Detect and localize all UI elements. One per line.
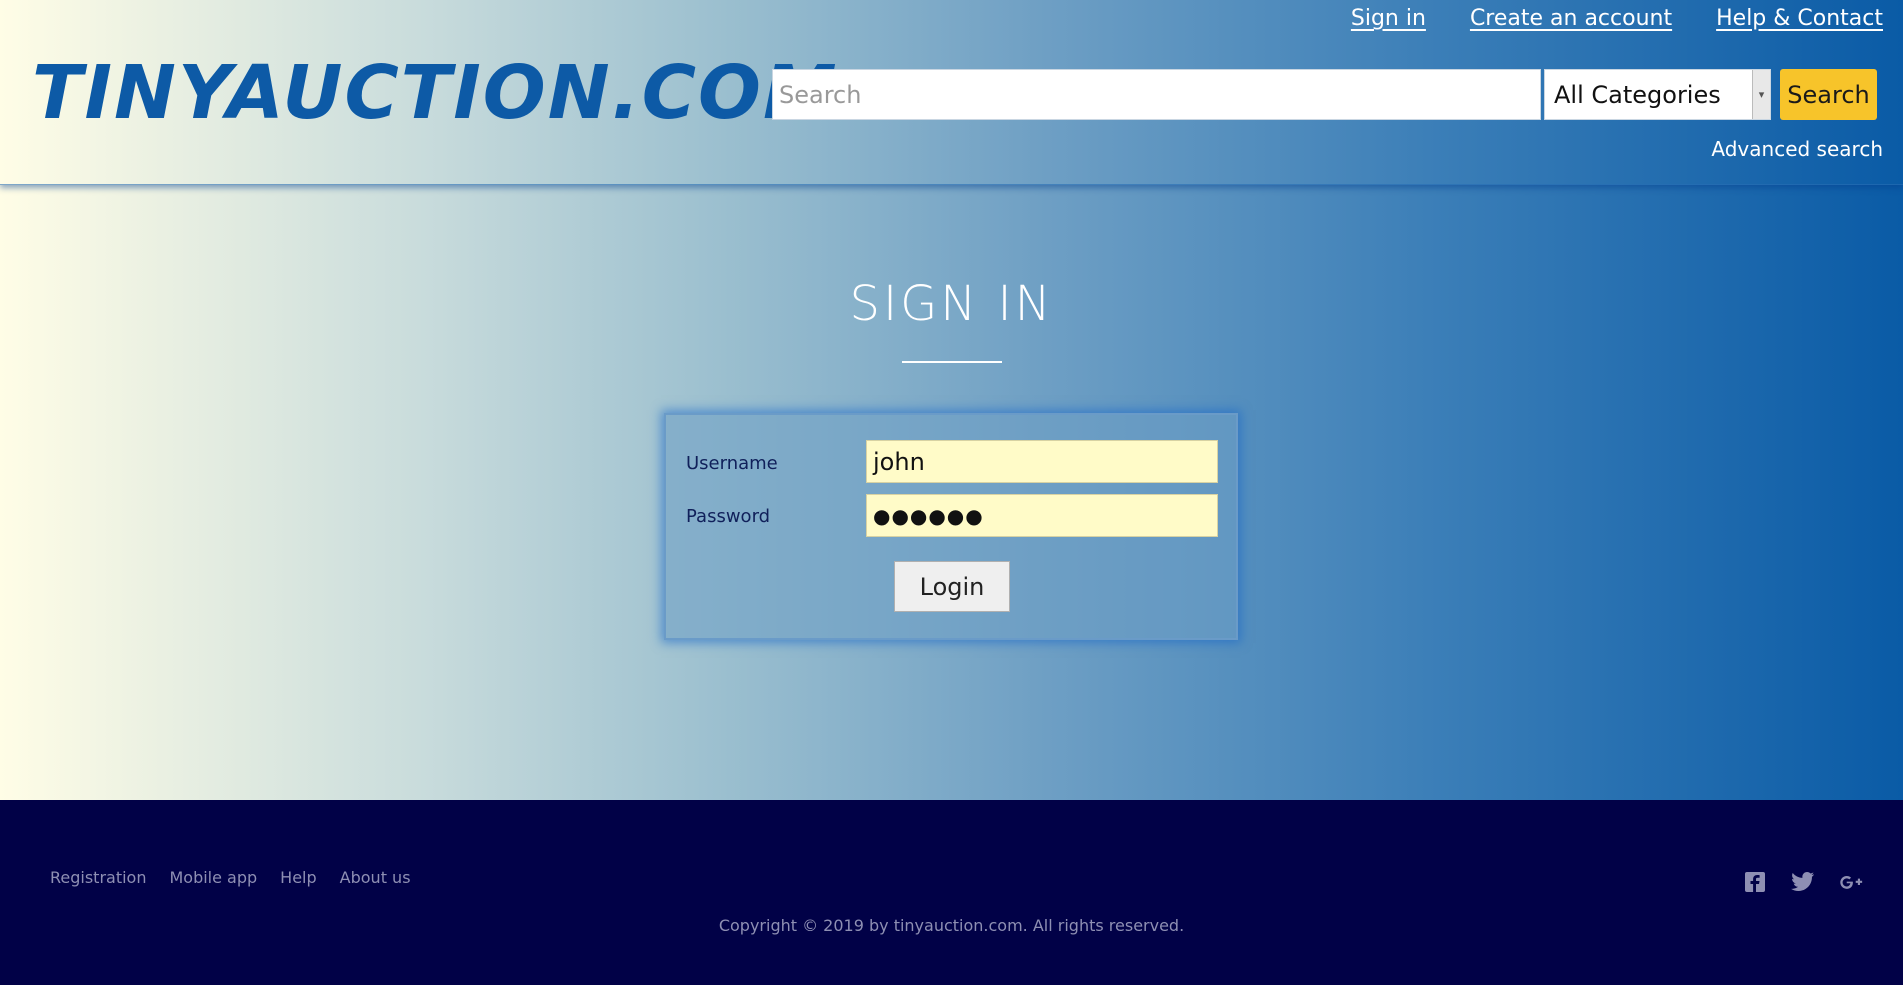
username-value: john xyxy=(873,447,925,476)
advanced-search-link[interactable]: Advanced search xyxy=(1711,137,1883,161)
copyright-text: Copyright © 2019 by tinyauction.com. All… xyxy=(718,916,1185,935)
login-button[interactable]: Login xyxy=(894,561,1010,612)
top-nav: Sign in Create an account Help & Contact xyxy=(1351,6,1883,31)
page-title: SIGN IN xyxy=(849,276,1054,332)
help-contact-link[interactable]: Help & Contact xyxy=(1716,6,1883,31)
site-header: Sign in Create an account Help & Contact… xyxy=(0,0,1903,185)
search-input[interactable] xyxy=(772,69,1541,120)
site-footer: Registration Mobile app Help About us Co… xyxy=(0,800,1903,985)
password-mask: ●●●●●● xyxy=(873,503,984,528)
title-divider xyxy=(902,361,1002,363)
facebook-icon[interactable] xyxy=(1743,870,1767,894)
twitter-icon[interactable] xyxy=(1791,870,1815,894)
username-field[interactable]: john xyxy=(866,440,1218,483)
footer-link-help[interactable]: Help xyxy=(280,868,316,887)
password-field[interactable]: ●●●●●● xyxy=(866,494,1218,537)
search-bar: All Categories ▾ Search xyxy=(772,69,1877,120)
footer-link-mobile-app[interactable]: Mobile app xyxy=(169,868,257,887)
category-select[interactable]: All Categories ▾ xyxy=(1544,69,1771,120)
site-logo[interactable]: TINYAUCTION.COM xyxy=(32,50,839,136)
footer-nav: Registration Mobile app Help About us xyxy=(50,868,411,887)
footer-link-registration[interactable]: Registration xyxy=(50,868,146,887)
username-label: Username xyxy=(686,453,778,474)
create-account-link[interactable]: Create an account xyxy=(1470,6,1672,31)
password-label: Password xyxy=(686,506,771,527)
chevron-down-icon: ▾ xyxy=(1752,70,1770,119)
google-plus-icon[interactable] xyxy=(1839,870,1863,894)
category-select-value: All Categories xyxy=(1554,80,1721,109)
social-links xyxy=(1743,870,1863,894)
login-form: Username john Password ●●●●●● Login xyxy=(664,413,1238,640)
search-button[interactable]: Search xyxy=(1780,69,1877,120)
sign-in-link[interactable]: Sign in xyxy=(1351,6,1426,31)
footer-link-about-us[interactable]: About us xyxy=(340,868,411,887)
